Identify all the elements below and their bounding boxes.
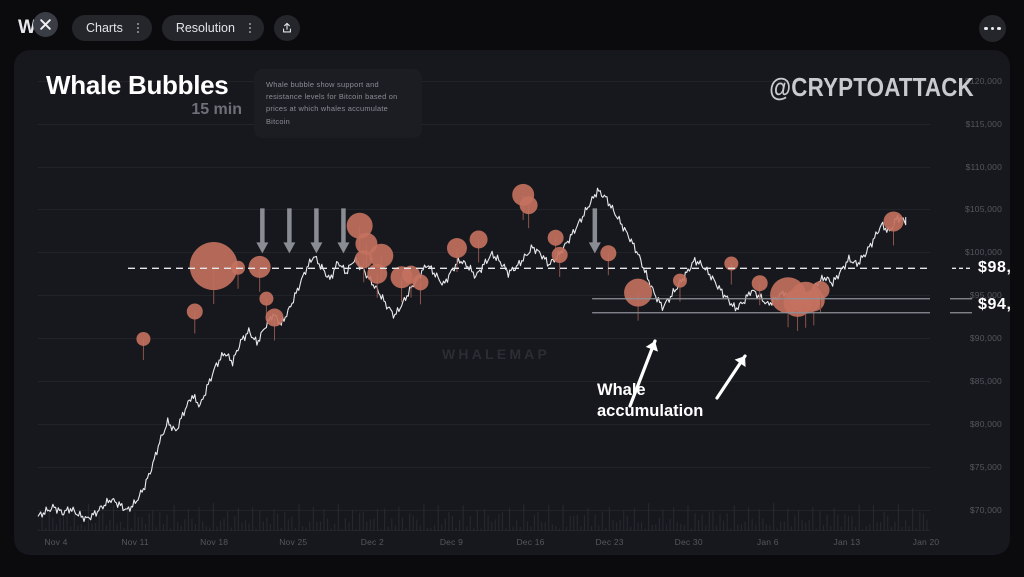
x-axis-tick-label: Nov 4 xyxy=(44,537,68,547)
charts-dropdown[interactable]: Charts xyxy=(72,15,152,41)
more-horizontal-icon xyxy=(990,26,995,31)
y-axis-tick-label: $115,000 xyxy=(965,118,1002,129)
x-axis-tick-label: Dec 16 xyxy=(516,537,545,547)
gridline xyxy=(38,509,930,511)
share-upload-icon xyxy=(282,22,291,33)
support-price-label: $94,000 xyxy=(978,295,1010,313)
plot-area[interactable]: $120,000 $115,000 $110,000 $105,000 $100,000… xyxy=(14,50,1010,555)
x-axis-tick-label: Nov 11 xyxy=(121,537,149,547)
resistance-price-label: $98,133 xyxy=(978,259,1010,277)
logo-label: W xyxy=(18,17,36,38)
gridline xyxy=(38,466,930,468)
x-axis-tick-label: Jan 20 xyxy=(912,537,940,547)
charts-label: Charts xyxy=(86,21,123,35)
close-glyph xyxy=(40,19,51,30)
y-axis-tick-label: $80,000 xyxy=(969,418,1002,429)
x-axis-tick-label: Nov 25 xyxy=(279,537,308,547)
tooltip-text: Whale bubble show support and resistance… xyxy=(266,80,398,126)
author-handle: @CRYPTOATTACK xyxy=(769,72,974,102)
close-icon[interactable] xyxy=(33,12,58,37)
info-tooltip: Whale bubble show support and resistance… xyxy=(254,69,422,138)
annotation-line-1: Whale xyxy=(597,381,646,399)
chart-panel[interactable]: $120,000 $115,000 $110,000 $105,000 $100,000… xyxy=(14,50,1010,555)
gridline xyxy=(38,338,930,340)
gridline xyxy=(38,209,930,211)
x-axis-tick-label: Jan 13 xyxy=(833,537,861,547)
top-toolbar: W Charts Resolution xyxy=(0,0,1024,56)
x-axis-tick-label: Dec 30 xyxy=(674,537,703,547)
resolution-dropdown[interactable]: Resolution xyxy=(161,15,264,41)
share-button[interactable] xyxy=(273,15,300,41)
gridline xyxy=(38,123,930,125)
more-horizontal-icon xyxy=(997,26,1001,31)
more-horizontal-icon xyxy=(984,26,988,31)
resolution-label: Resolution xyxy=(175,21,235,35)
gridline xyxy=(38,423,930,425)
dots-vertical-icon[interactable] xyxy=(248,23,256,33)
y-axis-tick-label: $70,000 xyxy=(969,504,1002,515)
y-axis-tick-label: $75,000 xyxy=(969,461,1002,472)
dots-vertical-icon[interactable] xyxy=(136,23,144,33)
more-options-button[interactable] xyxy=(979,15,1006,42)
y-axis-tick-label: $110,000 xyxy=(965,161,1002,172)
gridline xyxy=(38,380,930,382)
y-axis-tick-label: $85,000 xyxy=(969,375,1002,386)
x-axis-line xyxy=(38,530,930,531)
timeframe-label: 15 min xyxy=(191,101,242,119)
gridline xyxy=(38,166,930,168)
gridline xyxy=(38,295,930,297)
annotation-line-2: accumulation xyxy=(597,402,704,421)
x-axis-tick-label: Dec 9 xyxy=(439,537,464,547)
x-axis-tick-label: Dec 2 xyxy=(360,537,384,547)
y-axis-tick-label: $90,000 xyxy=(969,333,1002,344)
gridline xyxy=(38,252,930,254)
x-axis-tick-label: Dec 23 xyxy=(595,537,624,547)
y-axis-tick-label: $100,000 xyxy=(964,247,1002,258)
x-axis-tick-label: Jan 6 xyxy=(756,537,779,547)
y-axis-tick-label: $105,000 xyxy=(964,204,1002,215)
brand-watermark: WHALEMAP xyxy=(442,346,551,362)
whale-accumulation-annotation: Whale accumulation xyxy=(597,380,703,422)
app-root: W Charts Resolution $120,000 $115,000 $1… xyxy=(0,0,1024,577)
x-axis-tick-label: Nov 18 xyxy=(200,537,229,547)
app-logo[interactable]: W xyxy=(18,12,62,44)
